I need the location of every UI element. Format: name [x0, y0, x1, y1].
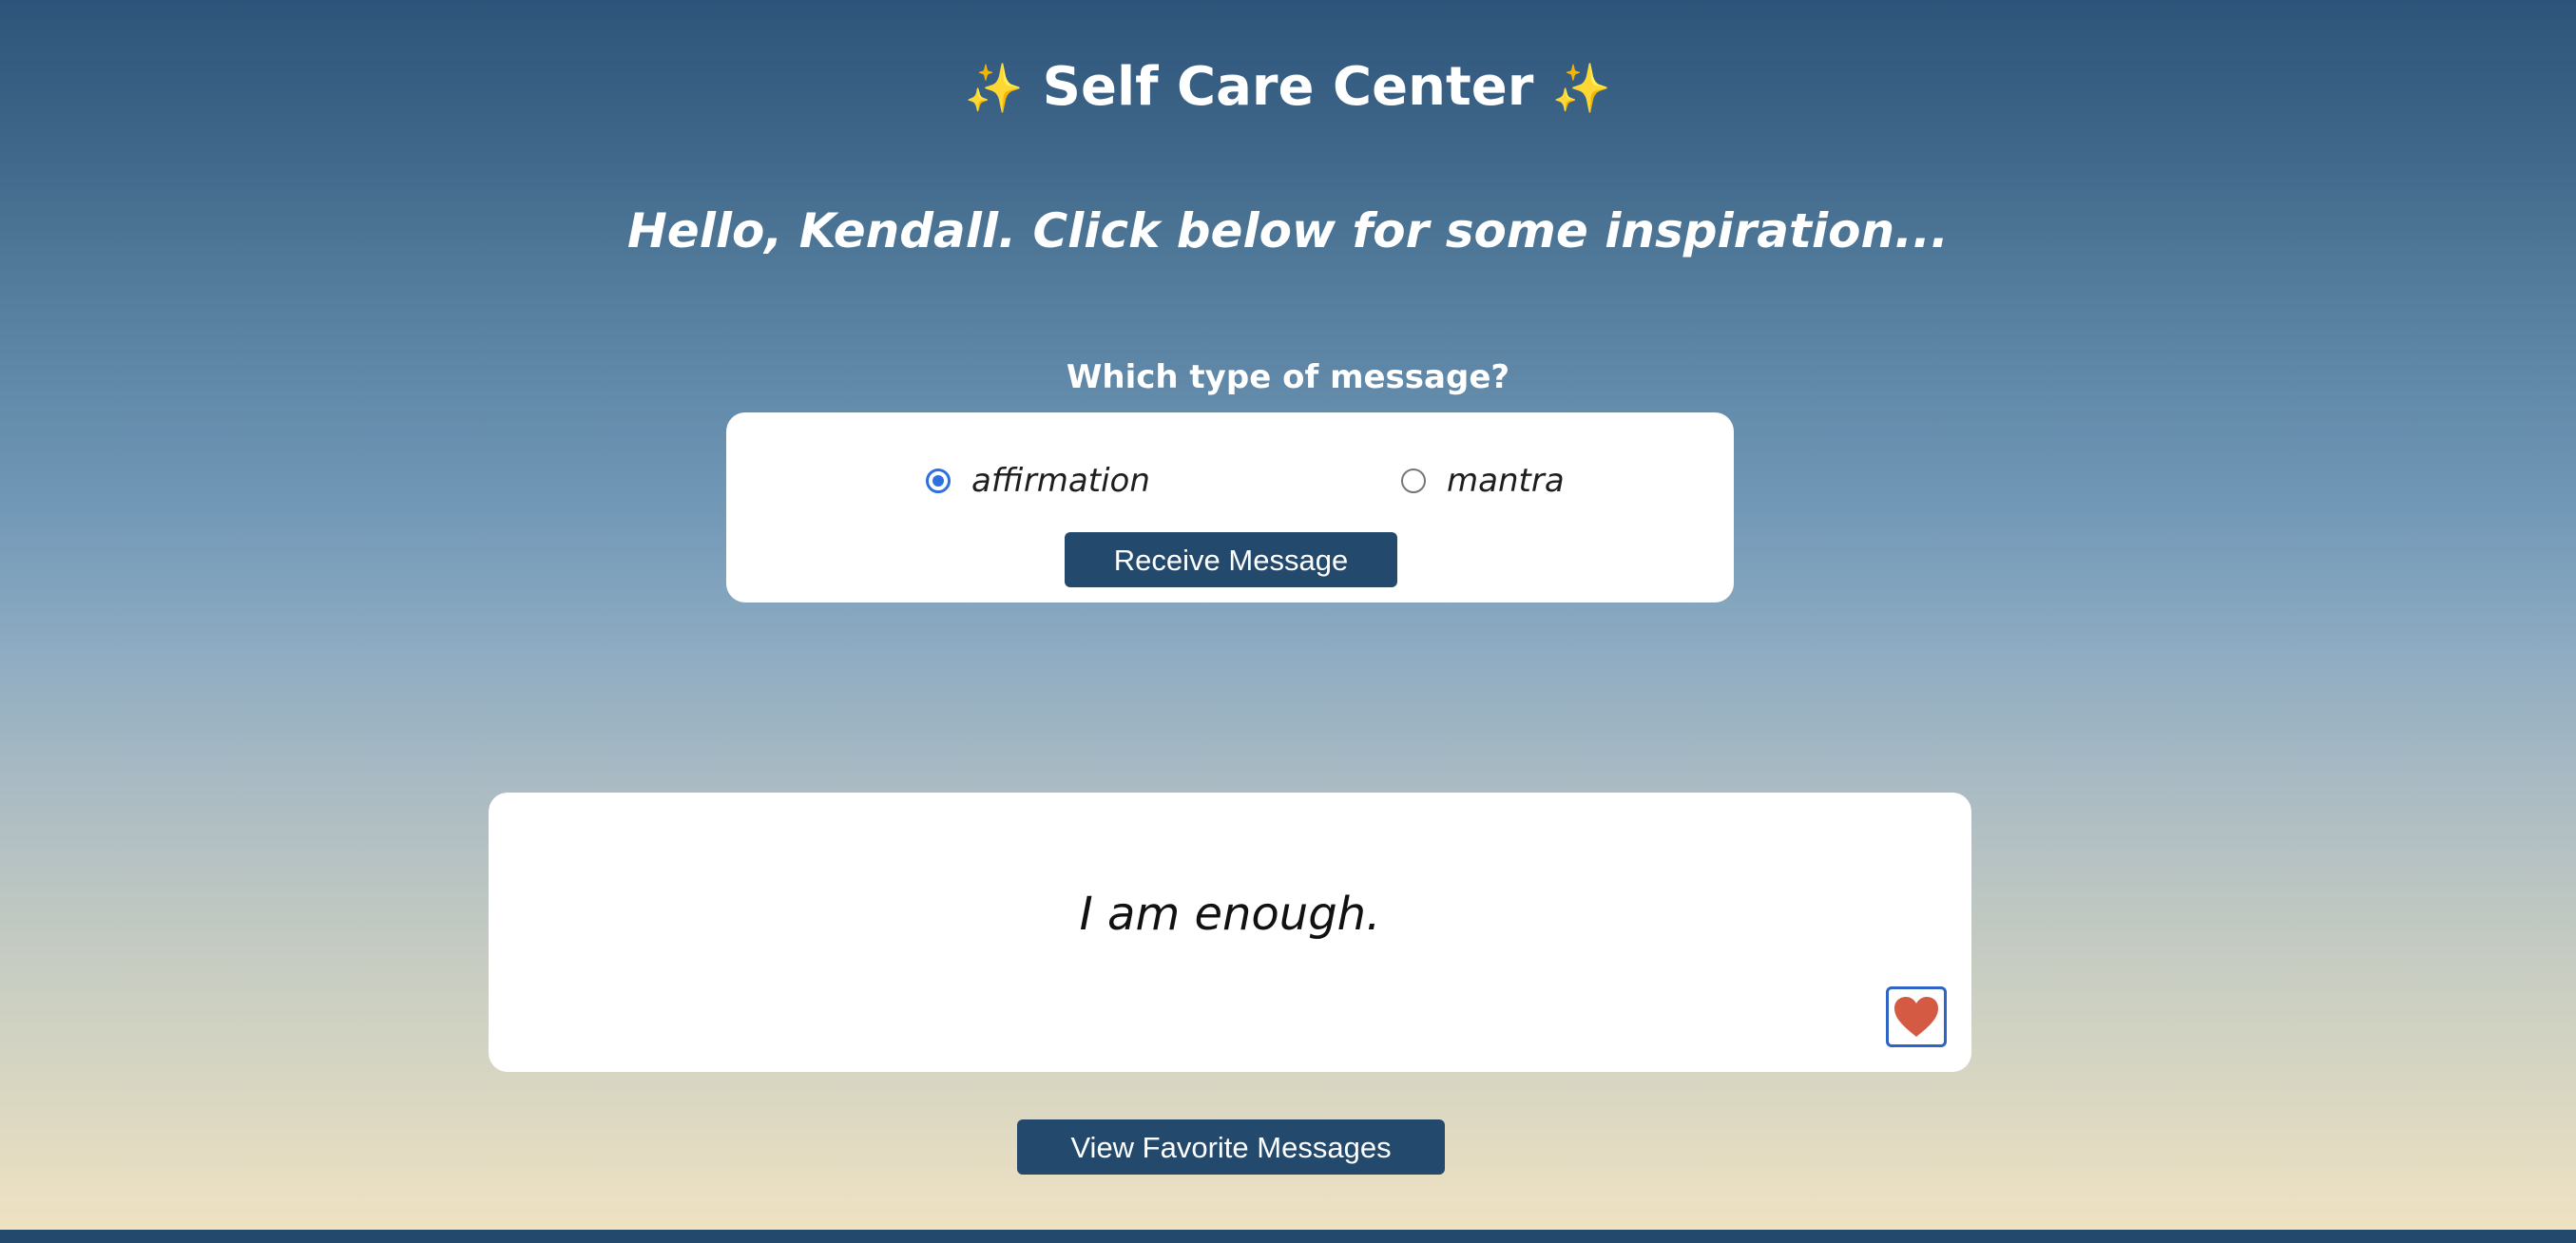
- message-text: I am enough.: [1079, 888, 1381, 941]
- greeting-text: Hello, Kendall. Click below for some ins…: [626, 203, 1950, 258]
- page-title: ✨ Self Care Center ✨: [0, 53, 2576, 123]
- favorite-button[interactable]: [1886, 986, 1947, 1047]
- radio-mantra[interactable]: [1401, 469, 1426, 493]
- radio-affirmation[interactable]: [926, 469, 951, 493]
- message-type-card: affirmation mantra Receive Message: [726, 412, 1734, 602]
- sparkle-icon: ✨: [964, 60, 1025, 116]
- radio-label-affirmation[interactable]: affirmation: [971, 460, 1150, 502]
- page-title-text: Self Care Center: [1042, 55, 1534, 118]
- view-favorites-button[interactable]: View Favorite Messages: [1017, 1119, 1445, 1175]
- radio-label-mantra[interactable]: mantra: [1447, 460, 1565, 502]
- receive-message-button[interactable]: Receive Message: [1065, 532, 1397, 587]
- sparkle-icon: ✨: [1551, 60, 1612, 116]
- heart-icon[interactable]: [1893, 995, 1940, 1039]
- message-card: I am enough.: [489, 793, 1971, 1072]
- radio-option-affirmation[interactable]: affirmation: [926, 452, 1150, 509]
- message-type-question: Which type of message?: [1066, 358, 1510, 396]
- footer-bar: [0, 1230, 2576, 1243]
- radio-option-mantra[interactable]: mantra: [1401, 452, 1565, 509]
